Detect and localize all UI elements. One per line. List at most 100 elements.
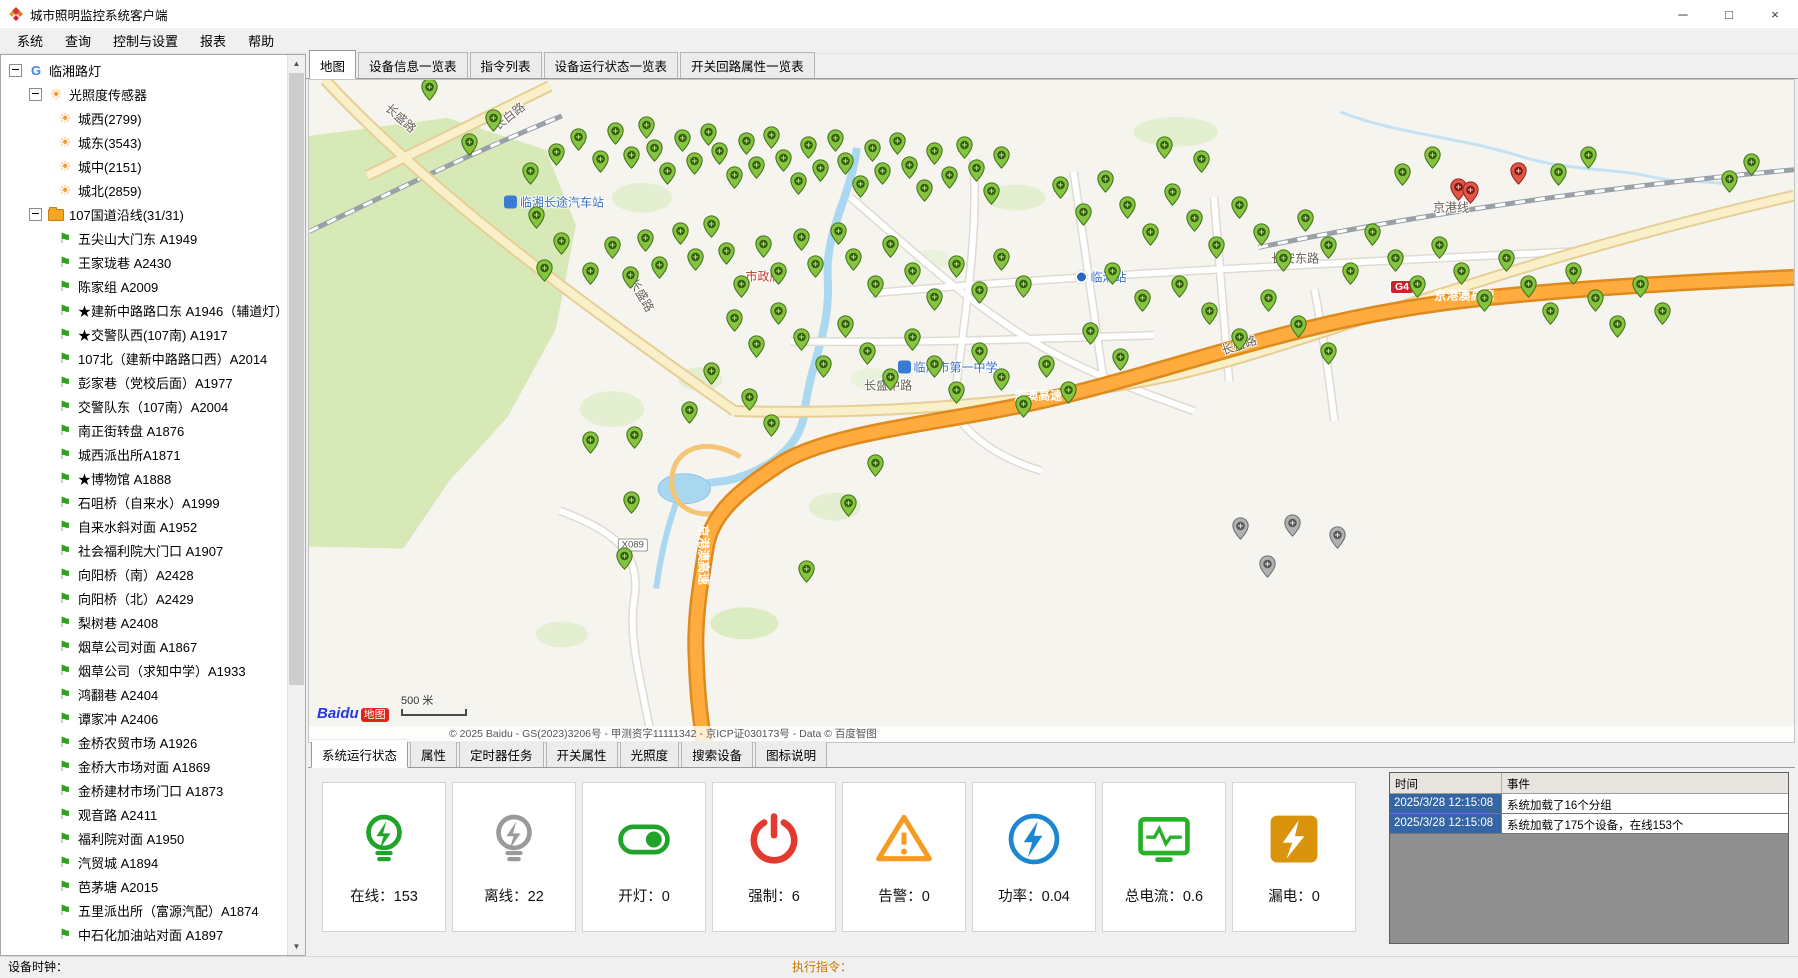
tree-item-1-17[interactable]: ⚑烟草公司对面 A1867: [1, 634, 288, 658]
device-pin-green[interactable]: [867, 275, 884, 298]
scroll-down-icon[interactable]: ▼: [288, 938, 305, 955]
tree-item-1-21[interactable]: ⚑金桥农贸市场 A1926: [1, 730, 288, 754]
device-pin-green[interactable]: [681, 401, 698, 424]
device-pin-green[interactable]: [553, 232, 570, 255]
device-pin-green[interactable]: [1476, 289, 1493, 312]
device-pin-green[interactable]: [1364, 223, 1381, 246]
device-pin-green[interactable]: [763, 414, 780, 437]
device-pin-green[interactable]: [1743, 153, 1760, 176]
device-pin-green[interactable]: [815, 355, 832, 378]
device-pin-green[interactable]: [1498, 249, 1515, 272]
tree-item-0-3[interactable]: ☀城北(2859): [1, 178, 288, 202]
device-pin-green[interactable]: [1580, 146, 1597, 169]
maximize-button[interactable]: □: [1706, 0, 1752, 28]
device-pin-gray[interactable]: [1284, 514, 1301, 537]
device-pin-green[interactable]: [859, 342, 876, 365]
device-pin-green[interactable]: [623, 491, 640, 514]
device-pin-green[interactable]: [1409, 275, 1426, 298]
tree-item-1-12[interactable]: ⚑自来水斜对面 A1952: [1, 514, 288, 538]
device-pin-green[interactable]: [726, 166, 743, 189]
device-pin-green[interactable]: [651, 256, 668, 279]
device-pin-green[interactable]: [703, 362, 720, 385]
tree-item-1-2[interactable]: ⚑陈家组 A2009: [1, 274, 288, 298]
device-pin-green[interactable]: [1424, 146, 1441, 169]
device-pin-green[interactable]: [1394, 163, 1411, 186]
device-pin-green[interactable]: [790, 172, 807, 195]
tree-item-1-15[interactable]: ⚑向阳桥（北）A2429: [1, 586, 288, 610]
device-pin-green[interactable]: [926, 288, 943, 311]
device-pin-green[interactable]: [1587, 289, 1604, 312]
device-pin-green[interactable]: [1520, 275, 1537, 298]
device-pin-green[interactable]: [622, 266, 639, 289]
device-pin-green[interactable]: [1201, 302, 1218, 325]
device-pin-green[interactable]: [1297, 209, 1314, 232]
device-pin-green[interactable]: [793, 328, 810, 351]
main-tab-1[interactable]: 设备信息一览表: [358, 52, 468, 78]
device-pin-green[interactable]: [1038, 355, 1055, 378]
device-pin-green[interactable]: [687, 248, 704, 271]
device-pin-green[interactable]: [827, 129, 844, 152]
device-pin-green[interactable]: [674, 129, 691, 152]
menu-item-1[interactable]: 查询: [54, 28, 102, 53]
tree-group-1[interactable]: 107国道沿线(31/31): [1, 202, 288, 226]
device-tree[interactable]: G临湘路灯☀光照度传感器☀城西(2799)☀城东(3543)☀城中(2151)☀…: [1, 55, 288, 955]
device-pin-green[interactable]: [1609, 315, 1626, 338]
tree-item-1-6[interactable]: ⚑彭家巷（党校后面）A1977: [1, 370, 288, 394]
device-pin-green[interactable]: [1134, 289, 1151, 312]
device-pin-green[interactable]: [1654, 302, 1671, 325]
device-pin-green[interactable]: [1342, 262, 1359, 285]
bottom-tab-5[interactable]: 搜索设备: [681, 741, 753, 767]
device-pin-green[interactable]: [793, 228, 810, 251]
device-pin-green[interactable]: [968, 159, 985, 182]
tree-item-1-0[interactable]: ⚑五尖山大门东 A1949: [1, 226, 288, 250]
device-pin-green[interactable]: [800, 136, 817, 159]
device-pin-green[interactable]: [1290, 315, 1307, 338]
device-pin-green[interactable]: [864, 139, 881, 162]
device-pin-green[interactable]: [528, 206, 545, 229]
device-pin-green[interactable]: [812, 159, 829, 182]
device-pin-green[interactable]: [548, 143, 565, 166]
expander-icon[interactable]: [29, 208, 42, 221]
device-pin-green[interactable]: [983, 182, 1000, 205]
device-pin-green[interactable]: [582, 262, 599, 285]
device-pin-green[interactable]: [1164, 183, 1181, 206]
device-pin-green[interactable]: [1119, 196, 1136, 219]
bottom-tab-2[interactable]: 定时器任务: [459, 741, 544, 767]
tree-root[interactable]: G临湘路灯: [1, 58, 288, 82]
tree-item-1-20[interactable]: ⚑谭家冲 A2406: [1, 706, 288, 730]
device-pin-green[interactable]: [570, 128, 587, 151]
event-log-row-0[interactable]: 2025/3/28 12:15:08系统加载了16个分组: [1390, 794, 1788, 814]
device-pin-green[interactable]: [686, 152, 703, 175]
device-pin-red[interactable]: [1510, 162, 1527, 185]
device-pin-green[interactable]: [830, 222, 847, 245]
device-pin-green[interactable]: [1075, 203, 1092, 226]
device-pin-green[interactable]: [763, 126, 780, 149]
main-tab-2[interactable]: 指令列表: [470, 52, 542, 78]
tree-item-1-10[interactable]: ⚑★博物馆 A1888: [1, 466, 288, 490]
scrollbar-thumb[interactable]: [289, 73, 304, 685]
device-pin-green[interactable]: [616, 547, 633, 570]
tree-item-1-5[interactable]: ⚑107北（建新中路路口西）A2014: [1, 346, 288, 370]
close-button[interactable]: ×: [1752, 0, 1798, 28]
tree-item-1-11[interactable]: ⚑石咀桥（自来水）A1999: [1, 490, 288, 514]
device-pin-green[interactable]: [1104, 262, 1121, 285]
device-pin-green[interactable]: [993, 146, 1010, 169]
device-pin-green[interactable]: [1320, 236, 1337, 259]
device-pin-green[interactable]: [1171, 275, 1188, 298]
bottom-tab-3[interactable]: 开关属性: [546, 741, 618, 767]
device-pin-green[interactable]: [748, 156, 765, 179]
device-pin-green[interactable]: [1015, 395, 1032, 418]
device-pin-green[interactable]: [646, 139, 663, 162]
device-pin-green[interactable]: [1231, 196, 1248, 219]
menu-item-2[interactable]: 控制与设置: [102, 28, 189, 53]
device-pin-green[interactable]: [755, 235, 772, 258]
baidu-logo[interactable]: Baidu地图: [317, 705, 389, 722]
device-pin-green[interactable]: [1208, 236, 1225, 259]
device-pin-green[interactable]: [798, 560, 815, 583]
device-pin-green[interactable]: [770, 262, 787, 285]
tree-item-0-1[interactable]: ☀城东(3543): [1, 130, 288, 154]
device-pin-green[interactable]: [1112, 348, 1129, 371]
device-pin-green[interactable]: [867, 454, 884, 477]
device-pin-green[interactable]: [461, 133, 478, 156]
minimize-button[interactable]: ─: [1660, 0, 1706, 28]
